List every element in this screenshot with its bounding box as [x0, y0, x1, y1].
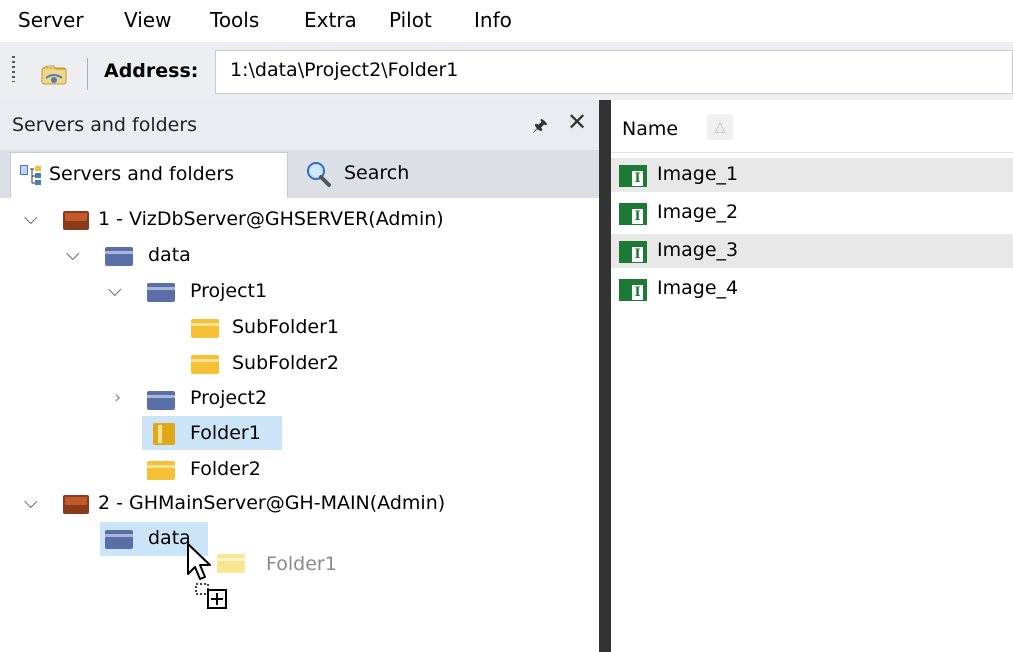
chevron-right-icon[interactable]: › [114, 387, 121, 408]
server-icon [62, 208, 90, 232]
search-icon [304, 160, 332, 188]
list-item-label: Image_1 [657, 163, 739, 185]
menu-extra[interactable]: Extra [304, 8, 357, 32]
tab-servers-folders-label: Servers and folders [49, 163, 235, 185]
folder-yellow-icon [190, 353, 220, 375]
tree-project-1[interactable]: Project1 [190, 280, 267, 302]
address-label: Address: [104, 60, 199, 82]
tree-subfolder-1[interactable]: SubFolder1 [232, 316, 339, 338]
drag-ghost-label: Folder1 [266, 553, 337, 575]
address-input[interactable]: 1:\data\Project2\Folder1 [215, 50, 1013, 94]
tree-folder-2[interactable]: Folder2 [190, 458, 261, 480]
column-header-name[interactable]: Name [622, 118, 678, 140]
pane-splitter[interactable] [599, 100, 611, 652]
chevron-down-icon[interactable]: ⌵ [108, 280, 122, 301]
tab-servers-folders[interactable]: Servers and folders [10, 152, 288, 198]
chevron-down-icon[interactable]: ⌵ [66, 244, 80, 265]
tree-subfolder-2[interactable]: SubFolder2 [232, 352, 339, 374]
menu-view[interactable]: View [124, 8, 171, 32]
chevron-down-icon[interactable]: ⌵ [24, 208, 38, 229]
image-item-icon: I [619, 165, 647, 187]
menu-pilot[interactable]: Pilot [389, 8, 432, 32]
toolbar-separator [87, 58, 88, 90]
menu-info[interactable]: Info [474, 8, 512, 32]
tree-view-icon [19, 163, 43, 187]
tree-data-1[interactable]: data [148, 244, 191, 266]
tree-server-2[interactable]: 2 - GHMainServer@GH-MAIN(Admin) [98, 492, 445, 514]
sort-ascending-icon[interactable]: △ [707, 114, 733, 140]
column-header-bar: Name △ [611, 100, 1013, 153]
menu-tools[interactable]: Tools [210, 8, 259, 32]
toolbar-grip[interactable] [12, 56, 15, 82]
list-item-label: Image_2 [657, 201, 739, 223]
cursor-icon [186, 542, 246, 622]
folder-blue-icon [146, 281, 176, 303]
tab-search-label: Search [344, 162, 410, 184]
pane-title: Servers and folders [12, 114, 198, 136]
list-item[interactable]: I Image_1 [611, 158, 1013, 192]
folder-blue-icon [104, 528, 134, 550]
list-item[interactable]: I Image_2 [611, 196, 1013, 230]
folder-blue-icon [104, 245, 134, 267]
close-icon[interactable]: ✕ [567, 108, 587, 136]
image-item-icon: I [619, 203, 647, 225]
tab-search[interactable]: Search [300, 152, 440, 198]
image-item-icon: I [619, 279, 647, 301]
list-item-label: Image_4 [657, 277, 739, 299]
chevron-down-icon[interactable]: ⌵ [24, 492, 38, 513]
folder-open-icon [150, 422, 180, 446]
list-item-label: Image_3 [657, 239, 739, 261]
folder-yellow-icon [146, 459, 176, 481]
tree-project-2[interactable]: Project2 [190, 387, 267, 409]
tree-data-2[interactable]: data [148, 527, 191, 549]
menu-server[interactable]: Server [18, 8, 84, 32]
tree-folder-1[interactable]: Folder1 [190, 422, 261, 444]
pin-icon[interactable]: 🖈︎ [532, 113, 548, 142]
list-item[interactable]: I Image_4 [611, 272, 1013, 306]
list-item[interactable]: I Image_3 [611, 234, 1013, 268]
folder-blue-icon [146, 389, 176, 411]
image-item-icon: I [619, 241, 647, 263]
menu-bar: Server View Tools Extra Pilot Info [0, 0, 1013, 42]
server-connect-icon[interactable] [36, 62, 72, 88]
tree-server-1[interactable]: 1 - VizDbServer@GHSERVER(Admin) [98, 208, 444, 230]
server-icon [62, 492, 90, 516]
folder-yellow-icon [190, 317, 220, 339]
